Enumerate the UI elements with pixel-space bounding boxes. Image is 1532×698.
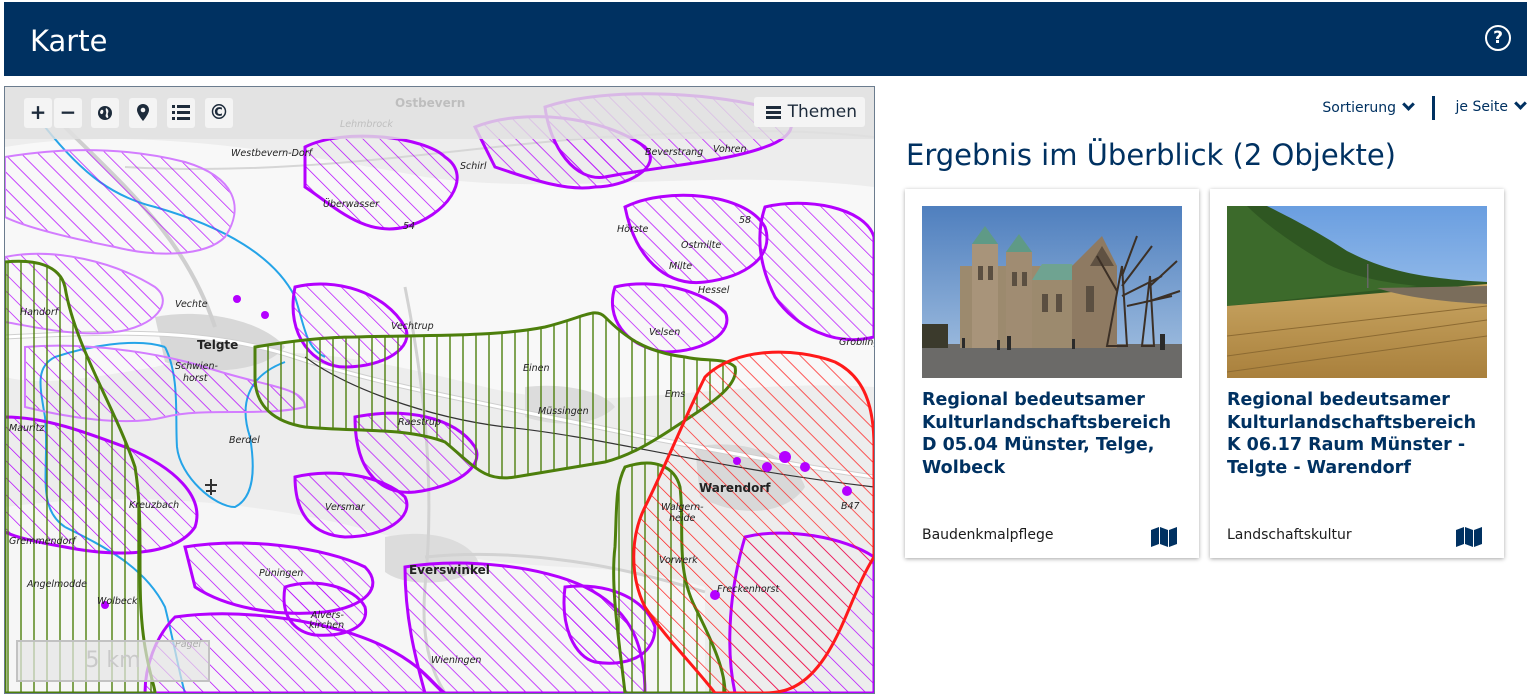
place-label: Angelmodde bbox=[26, 579, 87, 590]
place-label: Telgte bbox=[197, 338, 238, 352]
sort-dropdown[interactable]: Sortierung bbox=[1322, 98, 1415, 116]
place-label: Westbevern-Dorf bbox=[231, 148, 314, 159]
place-label: Gremmendorf bbox=[9, 536, 77, 547]
globe-button[interactable] bbox=[91, 98, 119, 128]
per-page-dropdown[interactable]: je Seite bbox=[1455, 97, 1527, 115]
result-card[interactable]: Regional bedeutsamer Kulturlandschaftsbe… bbox=[1210, 189, 1504, 558]
place-label: Vorwerk bbox=[659, 555, 698, 566]
controls-divider bbox=[1432, 96, 1435, 120]
zoom-out-button[interactable]: − bbox=[54, 98, 82, 128]
field-landscape-photo[interactable] bbox=[1227, 206, 1487, 378]
place-label: Püningen bbox=[259, 568, 303, 579]
place-label: Versmar bbox=[325, 502, 366, 513]
list-icon bbox=[172, 105, 190, 120]
place-label: Ostmilte bbox=[681, 240, 721, 251]
place-label: 54 bbox=[403, 221, 415, 232]
card-title[interactable]: Regional bedeutsamer Kulturlandschaftsbe… bbox=[1227, 389, 1489, 479]
place-label: Wieningen bbox=[431, 655, 481, 666]
map-toolbar: + − © Themen bbox=[5, 87, 874, 139]
place-label: Velsen bbox=[649, 327, 680, 338]
place-label: Hörste bbox=[617, 224, 649, 235]
place-label: Handorf bbox=[20, 307, 60, 318]
chevron-down-icon bbox=[1402, 98, 1415, 111]
place-label: Everswinkel bbox=[409, 563, 490, 577]
place-label: Berdel bbox=[229, 435, 260, 446]
themen-button[interactable]: Themen bbox=[753, 97, 865, 127]
place-label: Kreuzbach bbox=[129, 500, 179, 511]
globe-icon bbox=[98, 106, 112, 120]
hamburger-icon bbox=[765, 104, 781, 121]
top-header: Karte ? bbox=[4, 2, 1527, 76]
place-label: Wolbeck bbox=[97, 596, 138, 607]
map-icon[interactable] bbox=[1151, 527, 1177, 547]
zoom-in-button[interactable]: + bbox=[24, 98, 52, 128]
place-label: heide bbox=[669, 513, 696, 524]
place-label: 58 bbox=[739, 215, 751, 226]
marker-button[interactable] bbox=[129, 98, 157, 128]
cathedral-photo[interactable] bbox=[922, 206, 1182, 378]
place-label: Beverstrang bbox=[645, 147, 703, 158]
result-controls: Sortierung je Seite bbox=[1225, 96, 1527, 120]
scale-bar: 5 km bbox=[16, 640, 210, 682]
place-label: Mauritz bbox=[9, 423, 45, 434]
card-category: Landschaftskultur bbox=[1227, 527, 1352, 543]
place-label: Einen bbox=[523, 363, 550, 374]
result-card[interactable]: Regional bedeutsamer Kulturlandschaftsbe… bbox=[905, 189, 1199, 558]
place-label: Groblingen bbox=[839, 337, 874, 348]
place-label: Vohren bbox=[713, 144, 747, 155]
page-title: Karte bbox=[30, 24, 108, 58]
place-label: Warendorf bbox=[699, 481, 771, 495]
place-label: Freckenhorst bbox=[717, 584, 780, 595]
sort-label: Sortierung bbox=[1322, 100, 1396, 116]
place-label: Walgern- bbox=[661, 502, 704, 513]
place-label: Milte bbox=[669, 261, 692, 272]
place-label: Müssingen bbox=[538, 406, 589, 417]
list-button[interactable] bbox=[167, 98, 195, 128]
help-icon[interactable]: ? bbox=[1485, 25, 1511, 51]
place-label: horst bbox=[183, 373, 209, 384]
map-view[interactable]: OstbevernLehmbrockWestbevern-DorfSchirlB… bbox=[4, 86, 875, 694]
place-label: B47 bbox=[841, 501, 860, 512]
map-marker-icon bbox=[137, 104, 149, 121]
map-canvas[interactable]: OstbevernLehmbrockWestbevern-DorfSchirlB… bbox=[5, 87, 874, 693]
themen-label: Themen bbox=[787, 102, 857, 122]
place-label: Überwasser bbox=[323, 199, 380, 210]
place-label: Vechte bbox=[175, 299, 208, 310]
place-label: Vechtrup bbox=[391, 321, 434, 332]
chevron-down-icon bbox=[1514, 97, 1527, 110]
place-label: Schwien- bbox=[175, 361, 219, 372]
result-heading: Ergebnis im Überblick (2 Objekte) bbox=[906, 138, 1396, 172]
per-page-label: je Seite bbox=[1455, 99, 1508, 115]
place-label: Hessel bbox=[698, 285, 730, 296]
card-category: Baudenkmalpflege bbox=[922, 527, 1054, 543]
map-icon[interactable] bbox=[1456, 527, 1482, 547]
place-label: Schirl bbox=[460, 161, 487, 172]
copyright-button[interactable]: © bbox=[205, 98, 233, 128]
card-title[interactable]: Regional bedeutsamer Kulturlandschaftsbe… bbox=[922, 389, 1184, 479]
place-label: Raestrup bbox=[398, 417, 441, 428]
place-label: kirchen bbox=[309, 620, 344, 631]
place-label: Ems bbox=[665, 389, 685, 400]
